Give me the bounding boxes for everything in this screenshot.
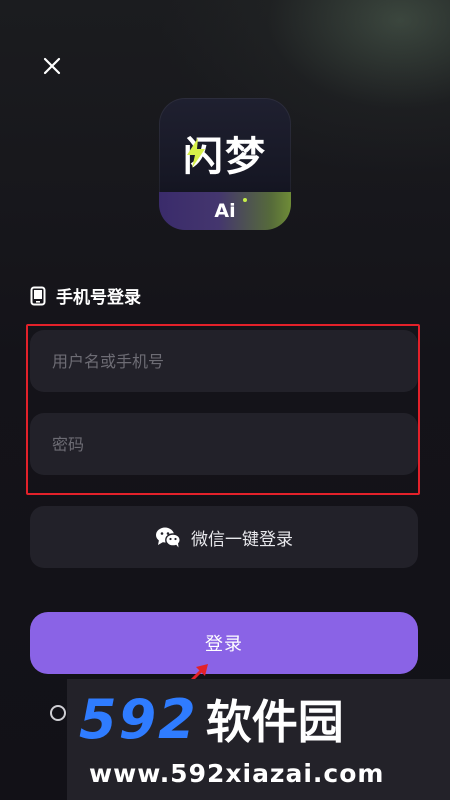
watermark-brand: 592 软件园 [79,693,344,747]
close-icon [43,57,61,75]
login-method-label: 手机号登录 [56,288,141,308]
app-logo-title: 闪梦 [183,134,267,180]
password-input[interactable] [50,433,398,455]
close-button[interactable] [38,52,66,80]
watermark-brand-text: 软件园 [205,695,344,749]
login-button[interactable]: 登录 [30,612,418,674]
phone-icon [30,286,46,305]
agreement-radio[interactable] [50,705,66,721]
wechat-login-label: 微信一键登录 [191,529,293,550]
username-input[interactable] [50,350,398,372]
app-logo-ai-badge: Ai [214,200,236,222]
login-button-label: 登录 [205,634,243,655]
watermark-brand-number: 592 [79,688,198,751]
app-logo: 闪梦 Ai [159,98,291,230]
login-method-heading: 手机号登录 [30,283,141,308]
watermark-banner: 592 软件园 www.592xiazai.com [67,679,450,800]
wechat-icon [156,527,181,548]
password-field[interactable] [30,413,418,475]
username-field[interactable] [30,330,418,392]
app-logo-ai-dot [243,198,247,202]
wechat-login-button[interactable]: 微信一键登录 [30,506,418,568]
lightning-icon [187,138,205,168]
watermark-site-url: www.592xiazai.com [89,759,385,788]
